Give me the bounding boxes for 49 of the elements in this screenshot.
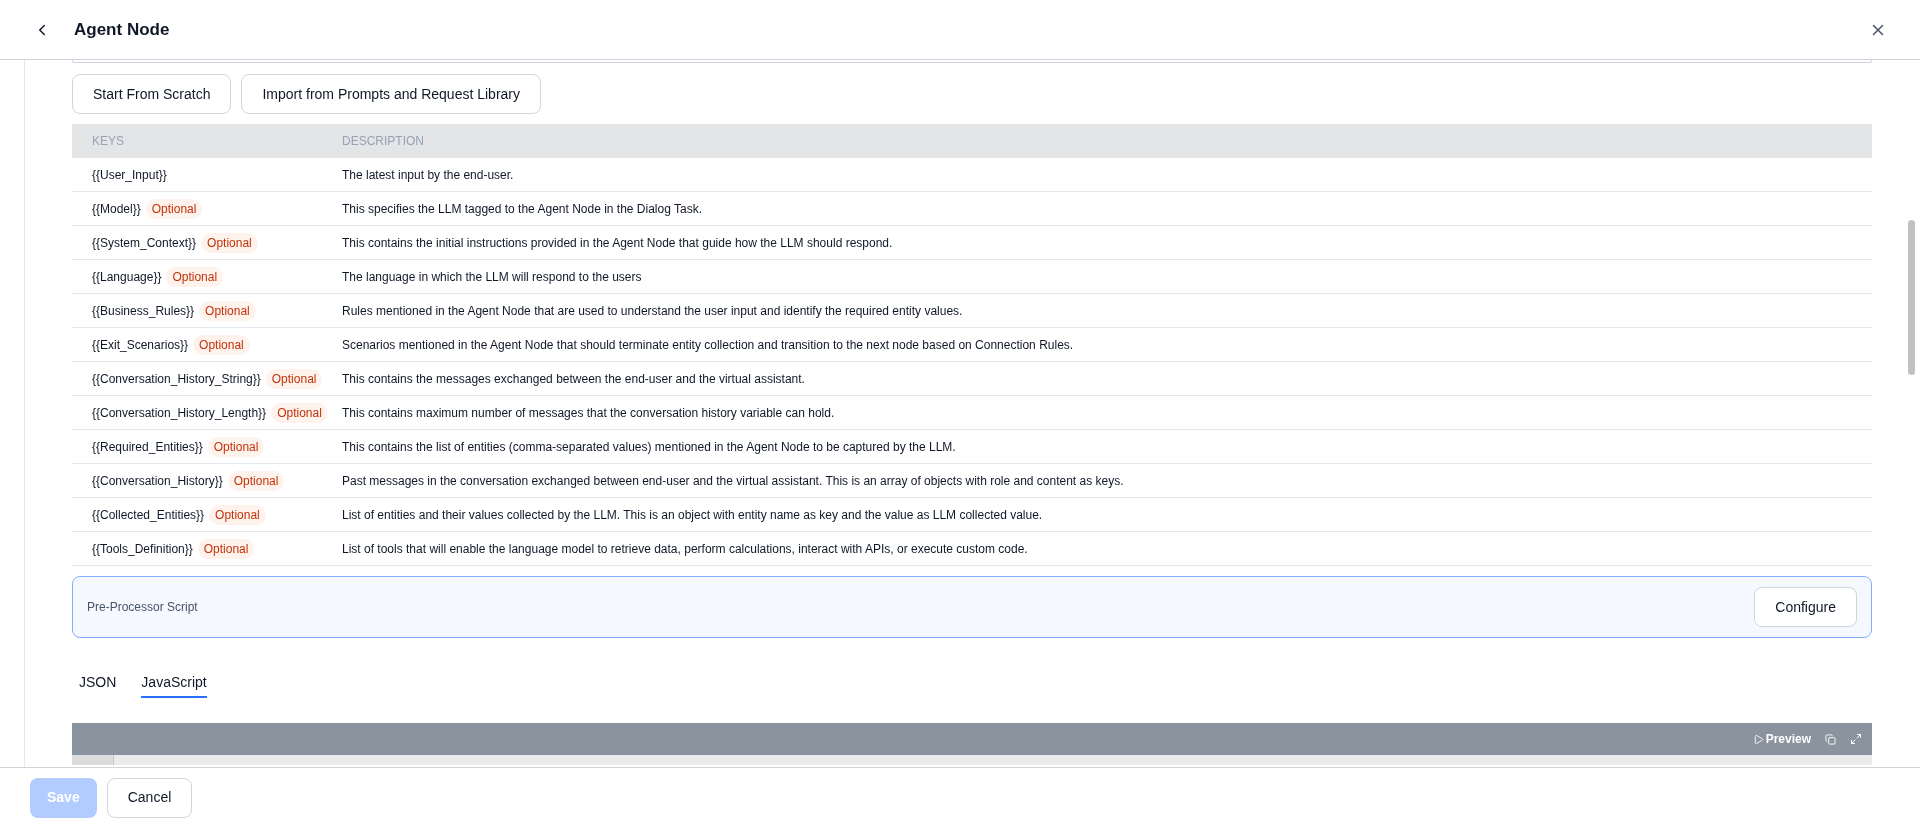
scrollbar-thumb[interactable] [1907,220,1915,375]
description-text: List of tools that will enable the language model to retrieve data, perform calculations, interact with APIs, or execute custom code. [342,540,1028,558]
editor-tab[interactable]: JavaScript [141,668,207,698]
description-text: List of entities and their values collected by the LLM. This is an object with entity name as key and the value as LLM collected value. [342,506,1043,524]
editor-tab[interactable]: JSON [79,668,117,698]
description-text: The language in which the LLM will respond to the users [342,268,642,286]
optional-badge: Optional [209,504,266,525]
play-icon [1752,733,1764,745]
description-text: This contains the list of entities (comma-separated values) mentioned in the Agent Node to be captured by the LLM. [342,438,956,456]
preprocessor-label: Pre-Processor Script [87,599,198,616]
description-text: Scenarios mentioned in the Agent Node that should terminate entity collection and transition to the next node based on Connection Rules. [342,336,1074,354]
optional-badge: Optional [199,300,256,321]
description-text: Past messages in the conversation exchanged between end-user and the virtual assistant. This is an array of objects with role and content as keys. [342,472,1124,490]
optional-badge: Optional [271,402,328,423]
key-text: {{System_Context}} [92,234,197,252]
key-text: {{Conversation_History_Length}} [92,404,267,422]
key-text: {{User_Input}} [92,166,167,184]
key-text: {{Required_Entities}} [92,438,203,456]
description-text: This contains the initial instructions provided in the Agent Node that guide how the LLM should respond. [342,234,893,252]
copy-icon[interactable] [1825,733,1836,745]
column-header: DESCRIPTION [342,133,424,150]
action-button[interactable]: Import from Prompts and Request Library [241,74,541,114]
description-text: This contains maximum number of messages that the conversation history variable can hold. [342,404,835,422]
optional-badge: Optional [207,436,265,457]
action-button[interactable]: Start From Scratch [72,74,232,114]
expand-icon[interactable] [1850,733,1862,745]
key-text: {{Model}} [92,200,141,218]
optional-badge: Optional [201,232,258,253]
key-text: {{Language}} [92,268,162,286]
configure-button[interactable]: Configure [1754,587,1857,627]
optional-badge: Optional [166,266,224,287]
description-text: This contains the messages exchanged between the end-user and the virtual assistant. [342,370,805,388]
column-header: KEYS [91,133,125,150]
window-title: Agent Node [74,18,170,41]
key-text: {{Conversation_History_String}} [92,370,261,388]
description-text: This specifies the LLM tagged to the Agent Node in the Dialog Task. [342,200,702,218]
optional-badge: Optional [145,198,203,219]
key-text: {{Collected_Entities}} [92,506,205,524]
optional-badge: Optional [197,538,255,559]
cancel-button[interactable]: Cancel [106,777,193,818]
key-text: {{Exit_Scenarios}} [92,336,189,354]
description-text: Rules mentioned in the Agent Node that are used to understand the user input and identify the required entity values. [342,302,963,320]
key-text: {{Tools_Definition}} [92,540,193,558]
key-text: {{Conversation_History}} [92,472,223,490]
optional-badge: Optional [227,470,285,491]
optional-badge: Optional [265,368,323,389]
description-text: The latest input by the end-user. [342,166,514,184]
key-text: {{Business_Rules}} [92,302,195,320]
optional-badge: Optional [193,334,250,355]
